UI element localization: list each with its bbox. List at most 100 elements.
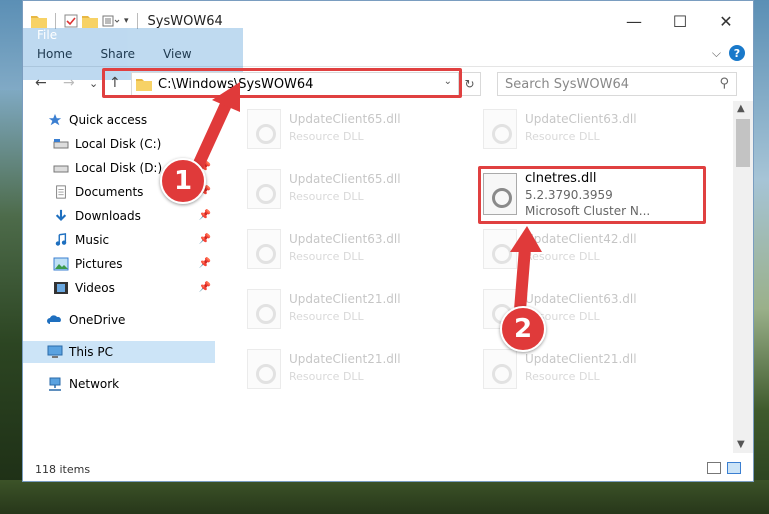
pin-icon[interactable]: 📌 bbox=[199, 258, 211, 269]
expand-ribbon-icon[interactable]: ⌵ bbox=[712, 46, 721, 61]
folder-icon[interactable] bbox=[31, 14, 47, 28]
file-item[interactable]: UpdateClient65.dll Resource DLL bbox=[247, 109, 467, 161]
file-item[interactable]: UpdateClient21.dll Resource DLL bbox=[483, 349, 703, 401]
dll-file-icon bbox=[483, 229, 517, 269]
file-item[interactable]: UpdateClient21.dll Resource DLL bbox=[247, 289, 467, 341]
recent-locations-button[interactable]: ⌄ bbox=[89, 77, 98, 90]
maximize-button[interactable]: ☐ bbox=[657, 1, 703, 41]
details-view-icon[interactable] bbox=[707, 462, 721, 474]
sidebar-item-label: Local Disk (D:) bbox=[75, 161, 163, 175]
sidebar-item-downloads[interactable]: Downloads 📌 bbox=[23, 205, 215, 227]
file-name: UpdateClient42.dll bbox=[525, 232, 637, 246]
navigation-pane: Quick access Local Disk (C:) Local Disk … bbox=[23, 101, 215, 453]
file-description: Resource DLL bbox=[525, 130, 600, 143]
documents-icon bbox=[56, 185, 66, 199]
file-name: UpdateClient21.dll bbox=[525, 352, 637, 366]
dll-file-icon bbox=[247, 229, 281, 269]
dll-file-icon bbox=[247, 289, 281, 329]
step-badge-2: 2 bbox=[500, 306, 546, 352]
vertical-scrollbar[interactable]: ▲ ▼ bbox=[733, 101, 753, 453]
star-icon bbox=[48, 113, 62, 126]
file-item[interactable]: UpdateClient63.dll Resource DLL bbox=[247, 229, 467, 281]
desktop-background bbox=[0, 90, 24, 514]
videos-icon bbox=[54, 282, 68, 294]
window-title: SysWOW64 bbox=[147, 13, 223, 29]
forward-button[interactable]: → bbox=[63, 75, 75, 91]
ribbon-controls: ⌵ ? bbox=[712, 45, 745, 61]
sidebar-item-label: This PC bbox=[69, 345, 113, 359]
desktop-ground bbox=[0, 480, 769, 514]
sidebar-item-pictures[interactable]: Pictures 📌 bbox=[23, 253, 215, 275]
file-item[interactable]: UpdateClient63.dll Resource DLL bbox=[483, 109, 703, 161]
pictures-icon bbox=[53, 257, 69, 271]
music-icon bbox=[55, 233, 67, 246]
drive-icon bbox=[53, 165, 69, 173]
dll-file-icon bbox=[247, 169, 281, 209]
sidebar-item-videos[interactable]: Videos 📌 bbox=[23, 277, 215, 299]
sidebar-item-label: Downloads bbox=[75, 209, 141, 223]
back-button[interactable]: ← bbox=[35, 75, 47, 91]
address-bar-highlight bbox=[102, 68, 462, 98]
sidebar-item-music[interactable]: Music 📌 bbox=[23, 229, 215, 251]
sidebar-item-label: Videos bbox=[75, 281, 115, 295]
file-description: Resource DLL bbox=[289, 190, 364, 203]
step-badge-1: 1 bbox=[160, 158, 206, 204]
file-item[interactable]: UpdateClient42.dll Resource DLL bbox=[483, 229, 703, 281]
file-name: UpdateClient63.dll bbox=[289, 232, 401, 246]
search-icon[interactable]: ⚲ bbox=[719, 76, 729, 91]
sidebar-item-label: Quick access bbox=[69, 113, 148, 127]
drive-icon bbox=[53, 139, 69, 149]
sidebar-item-label: Network bbox=[69, 377, 120, 391]
pin-icon[interactable]: 📌 bbox=[199, 234, 211, 245]
file-name: UpdateClient21.dll bbox=[289, 292, 401, 306]
file-description: Resource DLL bbox=[289, 310, 364, 323]
toolbar-dropdown-icon[interactable]: ▾ bbox=[124, 16, 129, 26]
dll-file-icon bbox=[483, 109, 517, 149]
sidebar-item-network[interactable]: Network bbox=[23, 373, 215, 395]
minimize-button[interactable]: — bbox=[611, 1, 657, 41]
dll-file-icon bbox=[247, 349, 281, 389]
sidebar-item-this-pc[interactable]: This PC bbox=[23, 341, 215, 363]
customize-toolbar-icon[interactable] bbox=[102, 14, 120, 28]
item-count: 118 items bbox=[35, 462, 91, 476]
pin-icon[interactable]: 📌 bbox=[199, 210, 211, 221]
file-name: UpdateClient65.dll bbox=[289, 172, 401, 186]
pin-icon[interactable]: 📌 bbox=[199, 282, 211, 293]
large-icons-view-icon[interactable] bbox=[727, 462, 741, 474]
sidebar-item-onedrive[interactable]: OneDrive bbox=[23, 309, 215, 331]
properties-icon[interactable] bbox=[64, 14, 78, 28]
file-description: Resource DLL bbox=[289, 130, 364, 143]
computer-icon bbox=[47, 345, 63, 358]
sidebar-item-label: Documents bbox=[75, 185, 144, 199]
sidebar-item-label: OneDrive bbox=[69, 313, 126, 327]
sidebar-item-local-disk-c[interactable]: Local Disk (C:) bbox=[23, 133, 215, 155]
file-name: UpdateClient63.dll bbox=[525, 292, 637, 306]
file-name: UpdateClient65.dll bbox=[289, 112, 401, 126]
file-description: Resource DLL bbox=[525, 250, 600, 263]
sidebar-item-label: Pictures bbox=[75, 257, 123, 271]
scroll-up-icon[interactable]: ▲ bbox=[737, 103, 745, 114]
file-highlight bbox=[478, 166, 706, 224]
status-bar: 118 items bbox=[23, 457, 753, 481]
file-name: UpdateClient63.dll bbox=[525, 112, 637, 126]
new-folder-icon[interactable] bbox=[82, 14, 98, 28]
help-icon[interactable]: ? bbox=[729, 45, 745, 61]
scrollbar-thumb[interactable] bbox=[736, 119, 750, 167]
file-item[interactable]: UpdateClient21.dll Resource DLL bbox=[247, 349, 467, 401]
sidebar-item-label: Local Disk (C:) bbox=[75, 137, 162, 151]
onedrive-icon bbox=[47, 315, 61, 324]
file-list: UpdateClient65.dll Resource DLL UpdateCli… bbox=[215, 101, 733, 453]
file-description: Resource DLL bbox=[289, 250, 364, 263]
file-name: UpdateClient21.dll bbox=[289, 352, 401, 366]
search-input[interactable]: Search SysWOW64 bbox=[505, 77, 629, 92]
search-box[interactable]: Search SysWOW64 ⚲ bbox=[497, 72, 737, 96]
close-button[interactable]: ✕ bbox=[703, 1, 749, 41]
file-item[interactable]: UpdateClient65.dll Resource DLL bbox=[247, 169, 467, 221]
ribbon: File Home Share View ⌵ ? bbox=[23, 27, 753, 80]
sidebar-item-label: Music bbox=[75, 233, 110, 247]
file-description: Resource DLL bbox=[525, 370, 600, 383]
network-icon bbox=[49, 377, 61, 391]
dll-file-icon bbox=[247, 109, 281, 149]
scroll-down-icon[interactable]: ▼ bbox=[737, 439, 745, 450]
sidebar-item-quick-access[interactable]: Quick access bbox=[23, 109, 215, 131]
